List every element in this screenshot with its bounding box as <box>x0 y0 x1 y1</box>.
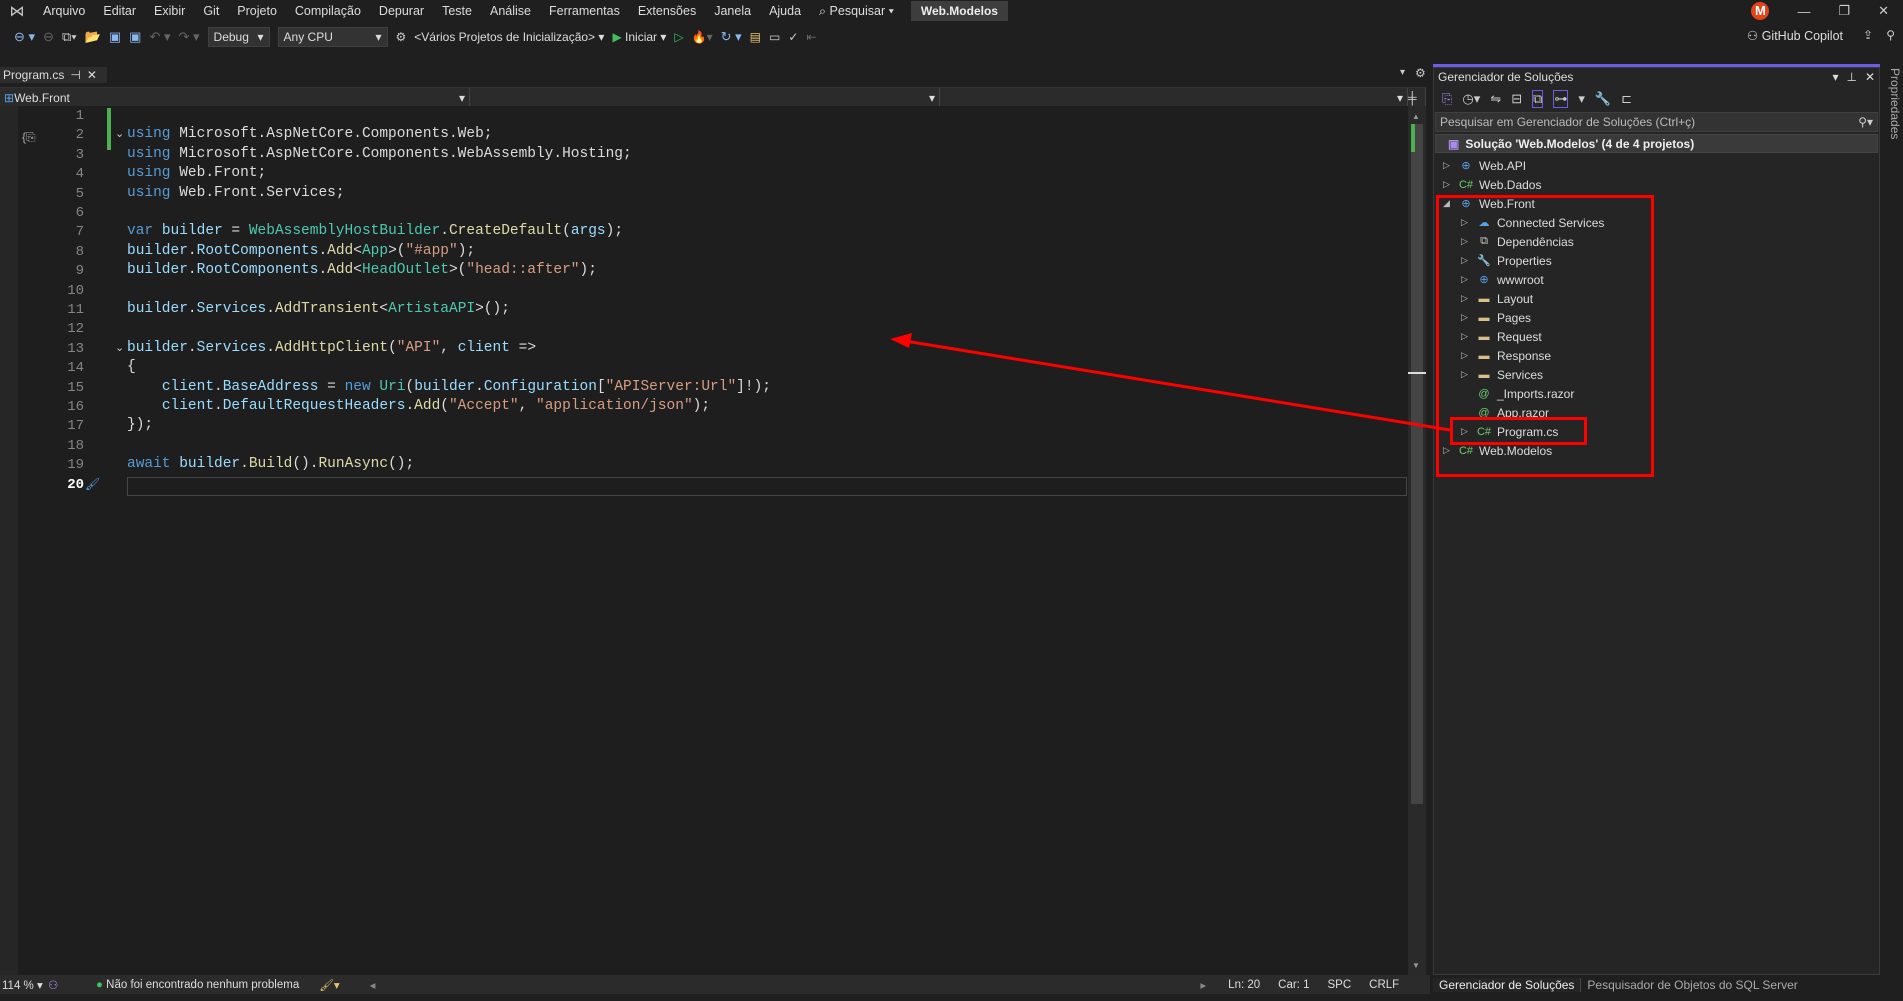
cleanup-brush-icon[interactable]: 🖌▾ <box>319 978 339 992</box>
scroll-right-icon[interactable]: ▸ <box>1200 978 1206 992</box>
zoom-select[interactable]: 114 % ▾ <box>0 978 48 992</box>
tab-solution-explorer[interactable]: Gerenciador de Soluções <box>1433 977 1582 992</box>
solution-explorer-bottom-tabs: Gerenciador de Soluções Pesquisador de O… <box>1433 975 1903 994</box>
line-ending[interactable]: CRLF <box>1369 979 1399 991</box>
tab-sql-server-object-explorer[interactable]: Pesquisador de Objetos do SQL Server <box>1581 978 1803 992</box>
annotation-arrow <box>890 333 1451 432</box>
indentation-mode[interactable]: SPC <box>1327 979 1351 991</box>
issues-indicator[interactable]: ● Não foi encontrado nenhum problema <box>96 979 299 991</box>
issues-label: Não foi encontrado nenhum problema <box>106 978 300 991</box>
column-number[interactable]: Car: 1 <box>1278 979 1309 991</box>
zoom-value: 114 % <box>2 979 34 992</box>
properties-side-tab[interactable]: Propriedades <box>1882 64 1902 184</box>
scroll-left-icon[interactable]: ◂ <box>370 978 376 992</box>
intellicode-icon: ⚇ <box>48 979 59 992</box>
status-bar: 114 % ▾ ⚇ ● Não foi encontrado nenhum pr… <box>0 975 1430 994</box>
check-circle-icon: ● <box>96 978 103 991</box>
line-number[interactable]: Ln: 20 <box>1228 979 1260 991</box>
